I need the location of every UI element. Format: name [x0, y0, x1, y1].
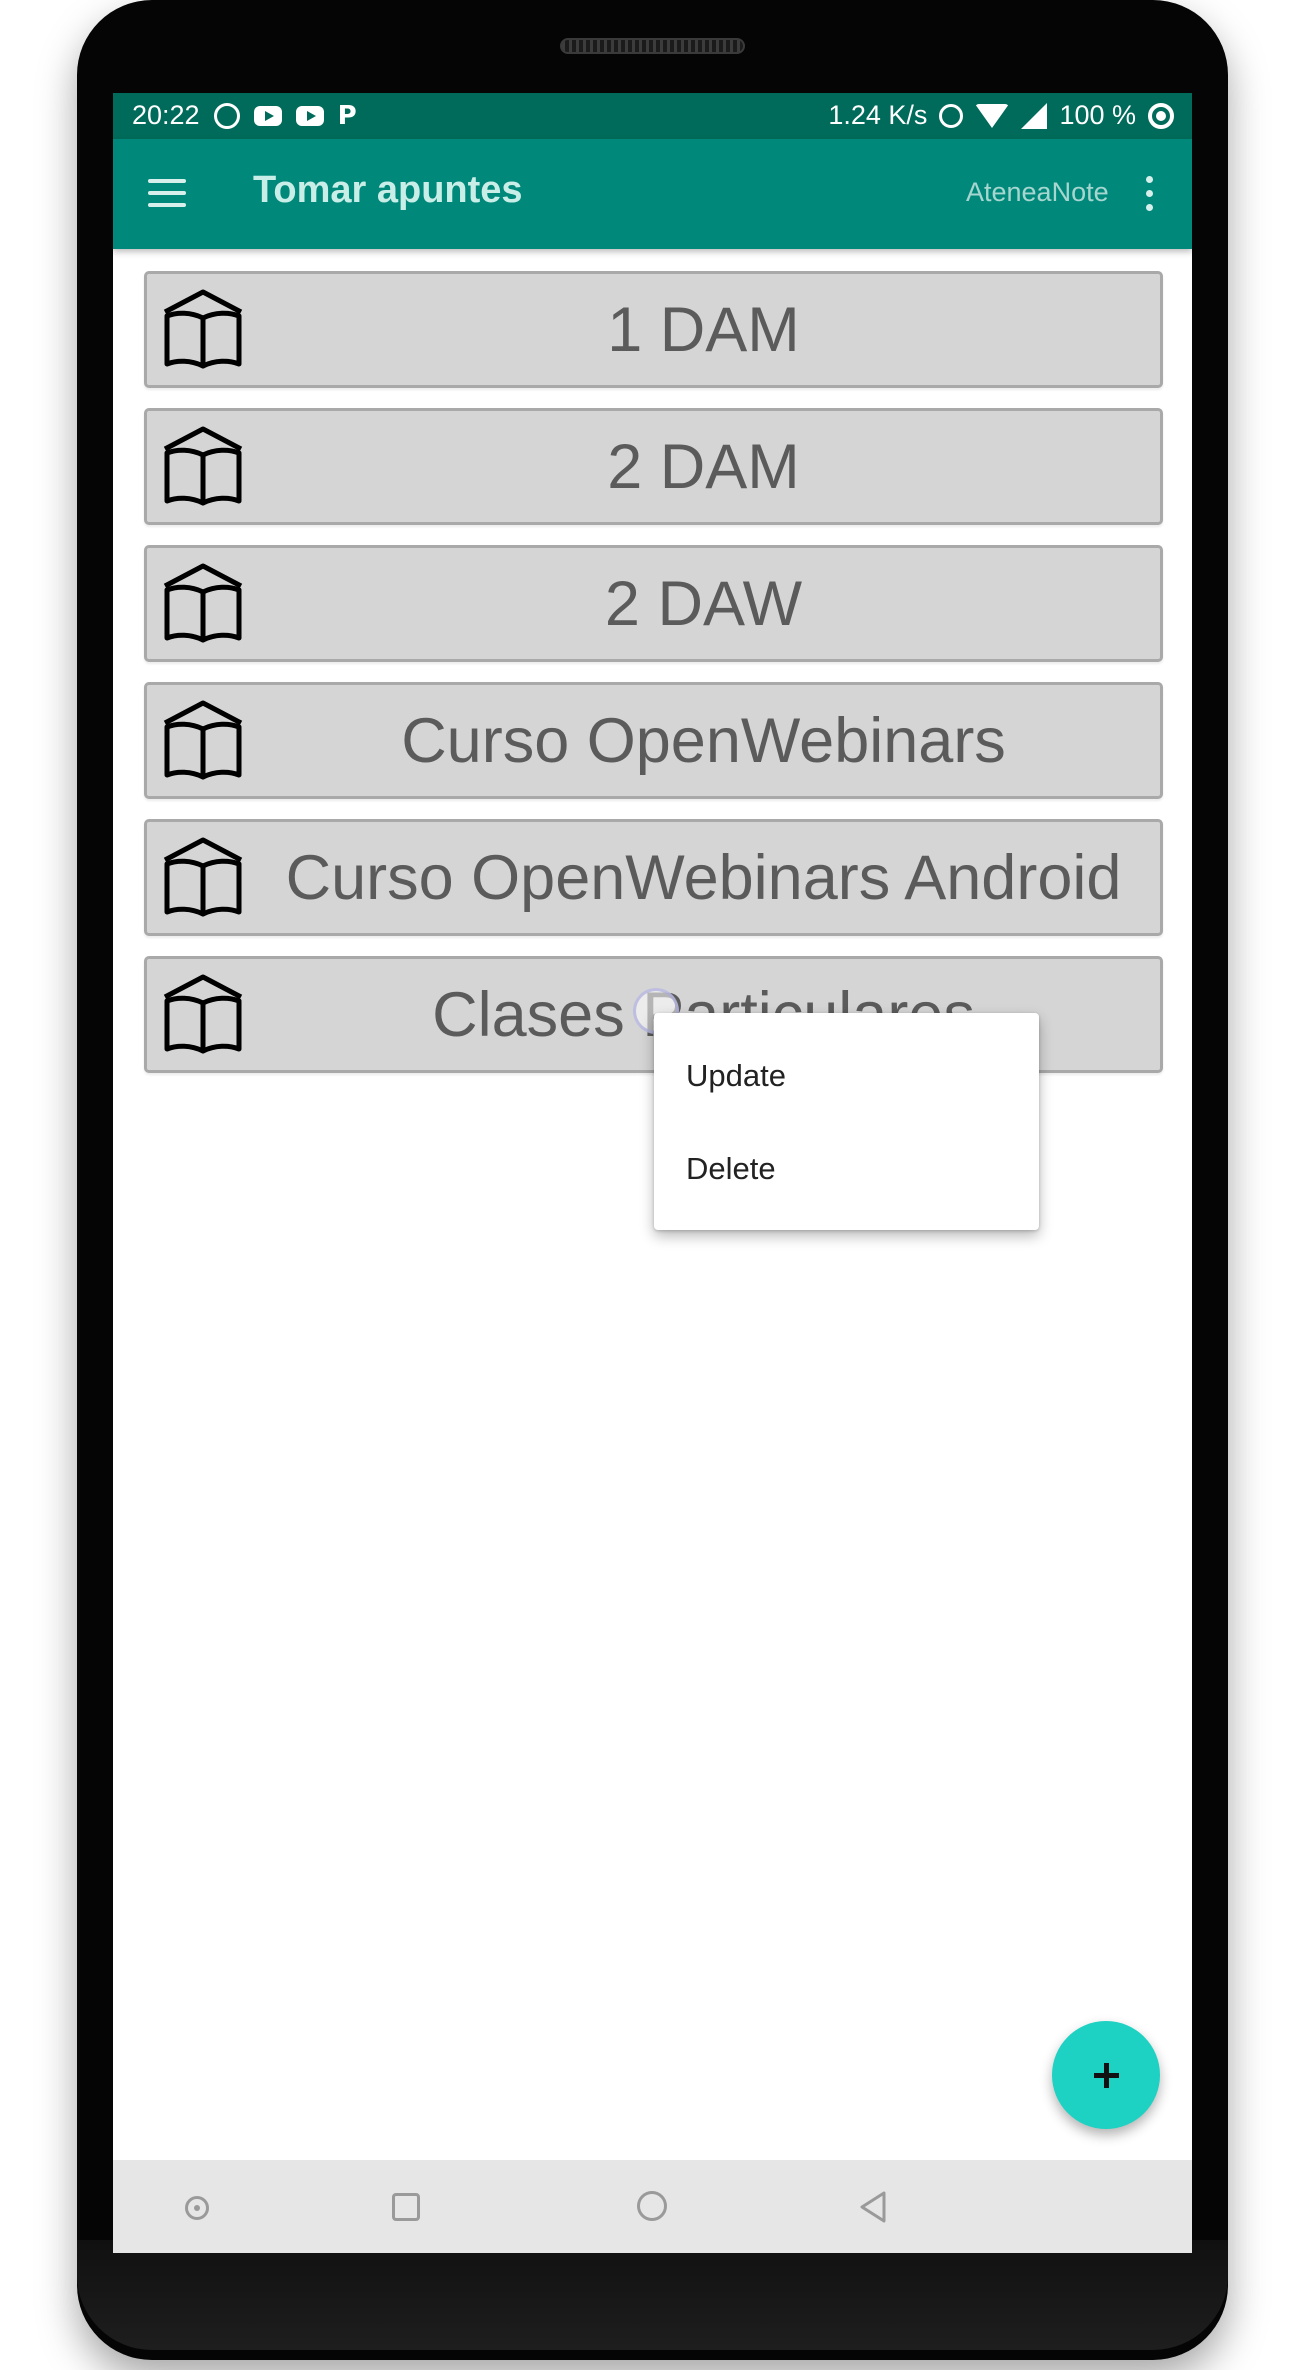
context-menu: Update Delete: [654, 1013, 1039, 1230]
status-bar: 20:22 P 1.24 K/s 100 %: [113, 93, 1192, 139]
more-vert-icon[interactable]: [1143, 176, 1155, 214]
network-speed: 1.24 K/s: [828, 100, 928, 130]
book-icon: [163, 563, 243, 643]
wifi-icon: [975, 103, 1010, 128]
alarm-icon: [939, 103, 964, 128]
sync-icon: [1148, 102, 1174, 129]
hamburger-menu-icon[interactable]: [148, 179, 186, 207]
course-list: 1 DAM 2 DAM 2 DAW Curso OpenWebinars Cur…: [144, 271, 1163, 1093]
list-item-label: 2 DAW: [604, 568, 803, 639]
whatsapp-icon: [213, 102, 240, 129]
book-icon: [163, 837, 243, 917]
list-item-label: Curso OpenWebinars: [401, 705, 1006, 776]
book-icon: [163, 974, 243, 1054]
book-icon: [163, 700, 243, 780]
status-time: 20:22: [132, 100, 200, 130]
list-item[interactable]: Curso OpenWebinars Android: [144, 819, 1163, 936]
back-icon[interactable]: [852, 2185, 896, 2229]
battery-level: 100 %: [1059, 100, 1136, 130]
list-item-label: Curso OpenWebinars Android: [285, 842, 1122, 913]
youtube-icon: [295, 105, 324, 126]
list-item[interactable]: 2 DAM: [144, 408, 1163, 525]
delete-menu-item[interactable]: Delete: [654, 1124, 1039, 1214]
update-menu-item[interactable]: Update: [654, 1031, 1039, 1121]
book-icon: [163, 289, 243, 369]
list-item-label: 2 DAM: [607, 431, 800, 502]
earpiece-speaker: [560, 38, 745, 54]
book-icon: [163, 426, 243, 506]
recents-icon[interactable]: [384, 2185, 428, 2229]
signal-icon: [1021, 102, 1048, 129]
list-item[interactable]: 1 DAM: [144, 271, 1163, 388]
navigation-bar: [113, 2160, 1192, 2253]
assistant-icon[interactable]: [174, 2185, 218, 2229]
pocket-casts-icon: P: [337, 100, 357, 131]
list-item[interactable]: Curso OpenWebinars: [144, 682, 1163, 799]
youtube-icon: [253, 105, 282, 126]
phone-mockup: 20:22 P 1.24 K/s 100 % Tomar apuntes Ate…: [0, 0, 1305, 2370]
home-icon[interactable]: [631, 2185, 675, 2229]
app-bar: Tomar apuntes AteneaNote: [113, 139, 1192, 249]
add-course-button[interactable]: [1052, 2021, 1160, 2129]
list-item[interactable]: 2 DAW: [144, 545, 1163, 662]
phone-screen: 20:22 P 1.24 K/s 100 % Tomar apuntes Ate…: [113, 93, 1192, 2253]
ateneanote-action[interactable]: AteneaNote: [966, 177, 1109, 208]
list-item-label: 1 DAM: [607, 294, 800, 365]
page-title: Tomar apuntes: [253, 169, 523, 211]
phone-chin: [77, 2240, 1228, 2350]
